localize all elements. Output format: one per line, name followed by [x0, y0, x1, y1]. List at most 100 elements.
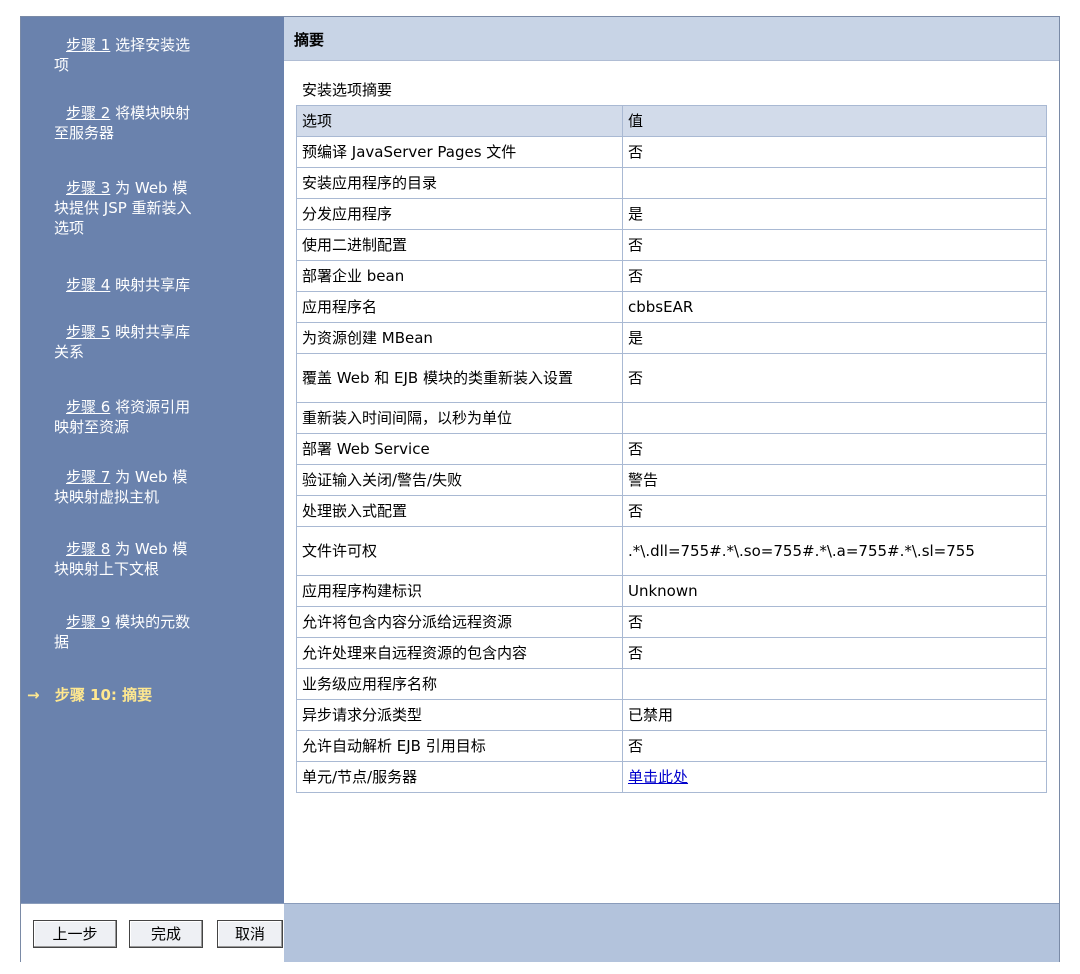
- value-cell: [622, 167, 1047, 199]
- value-cell: 否: [622, 606, 1047, 638]
- option-cell: 业务级应用程序名称: [296, 668, 623, 700]
- option-cell: 覆盖 Web 和 EJB 模块的类重新装入设置: [296, 353, 623, 403]
- step-3-link[interactable]: 步骤 3: [66, 179, 110, 197]
- summary-subtitle: 安装选项摘要: [302, 81, 393, 99]
- value-cell: Unknown: [622, 575, 1047, 607]
- option-cell: 部署 Web Service: [296, 433, 623, 465]
- finish-button[interactable]: 完成: [129, 920, 203, 948]
- step-1-text: 选择安装选: [115, 36, 191, 54]
- step-2-text: 将模块映射: [115, 104, 191, 122]
- option-cell: 允许自动解析 EJB 引用目标: [296, 730, 623, 762]
- step-3-text-wrap2: 选项: [54, 219, 85, 237]
- value-cell: 否: [622, 353, 1047, 403]
- step-2-text-wrap: 至服务器: [54, 124, 115, 142]
- step-5-link[interactable]: 步骤 5: [66, 323, 110, 341]
- options-table: 选项 值 预编译 JavaServer Pages 文件否 安装应用程序的目录 …: [296, 105, 1047, 793]
- option-cell: 分发应用程序: [296, 198, 623, 230]
- summary-header: 摘要: [284, 17, 1059, 61]
- step-9-text-wrap: 据: [54, 633, 70, 651]
- button-group: 上一步 完成 取消: [21, 904, 284, 962]
- table-header-row: 选项 值: [296, 105, 1047, 137]
- value-cell: cbbsEAR: [622, 291, 1047, 323]
- option-column-header: 选项: [296, 105, 623, 137]
- table-row: 允许自动解析 EJB 引用目标否: [296, 730, 1047, 762]
- step-5: 步骤 5 映射共享库 关系: [54, 322, 266, 362]
- table-row: 业务级应用程序名称: [296, 668, 1047, 700]
- step-6: 步骤 6 将资源引用 映射至资源: [54, 397, 266, 437]
- summary-title: 摘要: [294, 31, 325, 49]
- table-row: 部署 Web Service 否: [296, 433, 1047, 465]
- step-7-link[interactable]: 步骤 7: [66, 468, 110, 486]
- step-6-link[interactable]: 步骤 6: [66, 398, 110, 416]
- step-5-text-wrap: 关系: [54, 343, 85, 361]
- step-6-text-wrap: 映射至资源: [54, 418, 130, 436]
- steps-panel: 步骤 1 选择安装选 项 步骤 2 将模块映射 至服务器 步骤 3 为 Web …: [21, 17, 284, 903]
- step-8-text-wrap: 块映射上下文根: [54, 560, 160, 578]
- step-8-link[interactable]: 步骤 8: [66, 540, 110, 558]
- step-4: 步骤 4 映射共享库: [61, 275, 266, 295]
- option-cell: 单元/节点/服务器: [296, 761, 623, 793]
- option-cell: 使用二进制配置: [296, 229, 623, 261]
- current-step-label: 步骤 10: 摘要: [54, 686, 153, 704]
- option-cell: 应用程序名: [296, 291, 623, 323]
- table-row: 安装应用程序的目录: [296, 167, 1047, 199]
- step-7-text: 为 Web 模: [115, 468, 188, 486]
- value-cell: 否: [622, 229, 1047, 261]
- value-cell: 否: [622, 495, 1047, 527]
- step-2-link[interactable]: 步骤 2: [66, 104, 110, 122]
- option-cell: 处理嵌入式配置: [296, 495, 623, 527]
- table-row: 应用程序构建标识 Unknown: [296, 575, 1047, 607]
- table-row: 为资源创建 MBean 是: [296, 322, 1047, 354]
- wizard-frame: 步骤 1 选择安装选 项 步骤 2 将模块映射 至服务器 步骤 3 为 Web …: [20, 16, 1060, 962]
- value-cell: 否: [622, 637, 1047, 669]
- value-column-header: 值: [622, 105, 1047, 137]
- step-3: 步骤 3 为 Web 模 块提供 JSP 重新装入 选项: [54, 178, 266, 238]
- step-4-text: 映射共享库: [115, 276, 191, 294]
- value-cell: 单击此处: [622, 761, 1047, 793]
- value-cell: .*\.dll=755#.*\.so=755#.*\.a=755#.*\.sl=…: [622, 526, 1047, 576]
- table-row: 使用二进制配置否: [296, 229, 1047, 261]
- option-cell: 允许处理来自远程资源的包含内容: [296, 637, 623, 669]
- table-row: 允许处理来自远程资源的包含内容否: [296, 637, 1047, 669]
- value-cell: [622, 402, 1047, 434]
- table-row: 验证输入关闭/警告/失败 警告: [296, 464, 1047, 496]
- table-row: 异步请求分派类型 已禁用: [296, 699, 1047, 731]
- step-9-link[interactable]: 步骤 9: [66, 613, 110, 631]
- cell-node-server-link[interactable]: 单击此处: [628, 768, 688, 786]
- step-8: 步骤 8 为 Web 模 块映射上下文根: [54, 539, 266, 579]
- table-row: 分发应用程序是: [296, 198, 1047, 230]
- step-9: 步骤 9 模块的元数 据: [54, 612, 266, 652]
- previous-button[interactable]: 上一步: [33, 920, 117, 948]
- step-1-link[interactable]: 步骤 1: [66, 36, 110, 54]
- step-7: 步骤 7 为 Web 模 块映射虚拟主机: [54, 467, 266, 507]
- option-cell: 文件许可权: [296, 526, 623, 576]
- option-cell: 安装应用程序的目录: [296, 167, 623, 199]
- table-row: 单元/节点/服务器 单击此处: [296, 761, 1047, 793]
- value-cell: 否: [622, 136, 1047, 168]
- step-9-text: 模块的元数: [115, 613, 191, 631]
- option-cell: 为资源创建 MBean: [296, 322, 623, 354]
- step-1: 步骤 1 选择安装选 项: [54, 35, 266, 75]
- option-cell: 验证输入关闭/警告/失败: [296, 464, 623, 496]
- value-cell: 否: [622, 260, 1047, 292]
- button-bar: 上一步 完成 取消: [21, 903, 1059, 962]
- value-cell: 否: [622, 433, 1047, 465]
- option-cell: 允许将包含内容分派给远程资源: [296, 606, 623, 638]
- step-4-link[interactable]: 步骤 4: [66, 276, 110, 294]
- table-row: 预编译 JavaServer Pages 文件否: [296, 136, 1047, 168]
- value-cell: 是: [622, 322, 1047, 354]
- table-row: 部署企业 bean 否: [296, 260, 1047, 292]
- arrow-right-icon: →: [27, 686, 40, 704]
- summary-panel: 摘要 安装选项摘要 选项 值 预编译 JavaServer Pages 文件否 …: [284, 17, 1059, 903]
- option-cell: 预编译 JavaServer Pages 文件: [296, 136, 623, 168]
- step-6-text: 将资源引用: [115, 398, 191, 416]
- option-cell: 重新装入时间间隔，以秒为单位: [296, 402, 623, 434]
- step-7-text-wrap: 块映射虚拟主机: [54, 488, 160, 506]
- value-cell: 是: [622, 198, 1047, 230]
- cancel-button[interactable]: 取消: [217, 920, 283, 948]
- step-5-text: 映射共享库: [115, 323, 191, 341]
- current-step: → 步骤 10: 摘要: [27, 685, 152, 705]
- table-row: 文件许可权 .*\.dll=755#.*\.so=755#.*\.a=755#.*…: [296, 526, 1047, 576]
- value-cell: [622, 668, 1047, 700]
- option-cell: 应用程序构建标识: [296, 575, 623, 607]
